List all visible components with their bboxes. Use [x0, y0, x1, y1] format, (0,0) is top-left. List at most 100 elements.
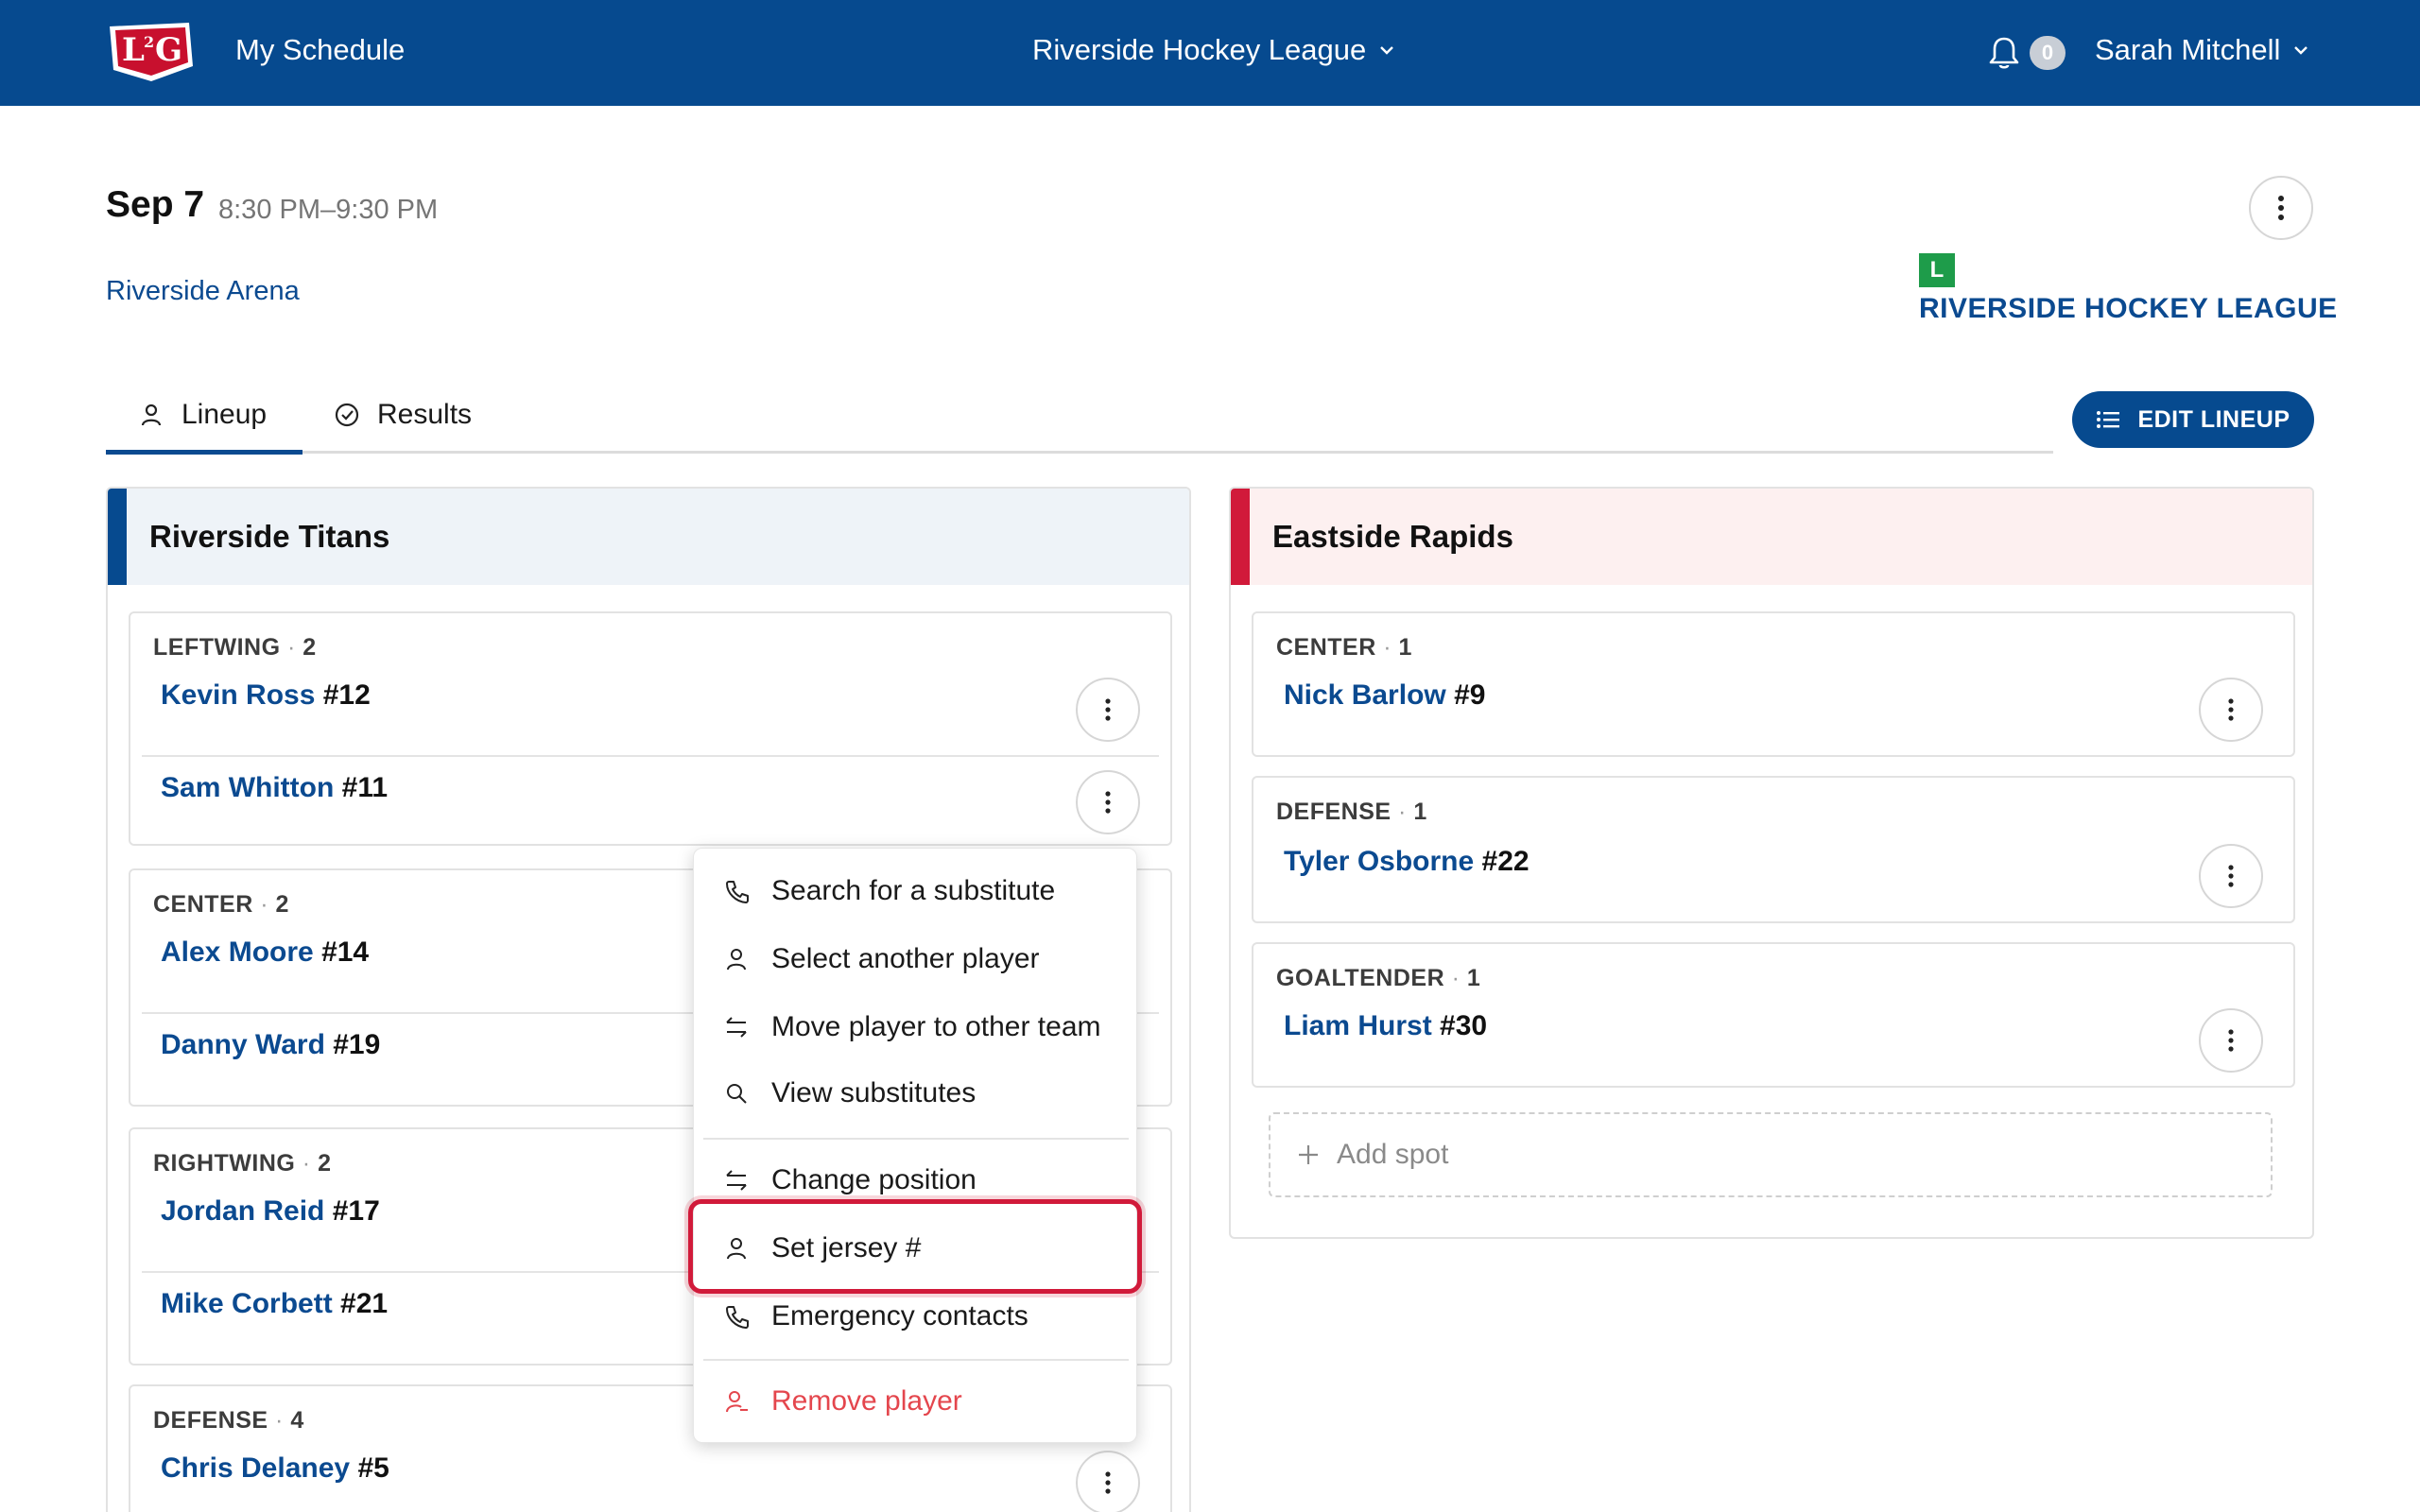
player-name: Sam Whitton [161, 772, 335, 803]
tab-lineup-label: Lineup [182, 399, 268, 430]
home-team-name: Riverside Titans [149, 519, 390, 554]
user-menu[interactable]: Sarah Mitchell [2095, 33, 2310, 67]
league-logo-badge: L [1919, 253, 1955, 287]
swap-icon [726, 1170, 747, 1191]
player-name: Nick Barlow [1284, 679, 1446, 711]
away-team-name: Eastside Rapids [1272, 519, 1513, 554]
plus-icon [1299, 1145, 1318, 1164]
player-link[interactable]: Jordan Reid #17 [161, 1195, 380, 1228]
menu-divider [703, 1138, 1129, 1140]
person-icon [727, 949, 746, 971]
position-label: LEFTWING · 2 [153, 634, 317, 661]
position-count: 1 [1466, 965, 1481, 991]
player-options-button[interactable] [1076, 1451, 1140, 1512]
highlighted-menu-item-outline [688, 1199, 1142, 1294]
player-link[interactable]: Chris Delaney #5 [161, 1452, 389, 1485]
player-number: #5 [357, 1452, 389, 1484]
player-name: Mike Corbett [161, 1288, 333, 1319]
player-link[interactable]: Danny Ward #19 [161, 1029, 380, 1061]
player-link[interactable]: Alex Moore #14 [161, 936, 369, 969]
tab-results-label: Results [377, 399, 473, 430]
kebab-icon [2228, 698, 2234, 721]
position-label: DEFENSE · 1 [1276, 799, 1427, 825]
event-more-options-button[interactable] [2249, 176, 2313, 240]
away-team-accent-bar [1231, 489, 1250, 585]
tabs-divider [106, 451, 2053, 454]
player-options-button[interactable] [1076, 678, 1140, 742]
menu-divider [703, 1359, 1129, 1361]
player-link[interactable]: Nick Barlow #9 [1284, 679, 1485, 712]
bell-icon[interactable] [1987, 34, 2021, 72]
kebab-icon [2228, 1029, 2234, 1052]
position-count: 2 [275, 891, 289, 918]
top-navigation-bar: L 2 G My Schedule Riverside Hockey Leagu… [0, 0, 2420, 106]
svg-text:G: G [155, 31, 182, 69]
menu-item-emergency-contacts[interactable]: Emergency contacts [694, 1287, 1138, 1346]
tab-results[interactable]: Results [334, 399, 472, 431]
edit-lineup-label: EDIT LINEUP [2137, 405, 2290, 433]
remove-person-icon [726, 1391, 748, 1413]
add-spot-button[interactable]: Add spot [1269, 1112, 2273, 1197]
menu-item-label: Emergency contacts [771, 1300, 1028, 1332]
position-count: 1 [1413, 799, 1427, 825]
player-options-menu: Search for a substitute Select another p… [693, 848, 1137, 1443]
kebab-icon [1105, 791, 1111, 814]
player-name: Jordan Reid [161, 1195, 325, 1227]
position-group-card: LEFTWING · 2 Kevin Ross #12 Sam Whitton … [129, 611, 1172, 846]
menu-item-select-another-player[interactable]: Select another player [694, 930, 1138, 988]
player-options-button[interactable] [1076, 770, 1140, 834]
player-link[interactable]: Kevin Ross #12 [161, 679, 371, 712]
position-group-card: GOALTENDER · 1 Liam Hurst #30 [1252, 942, 2295, 1088]
position-name: CENTER [153, 891, 253, 918]
player-name: Danny Ward [161, 1029, 325, 1060]
app-logo[interactable]: L 2 G [106, 19, 197, 83]
phone-icon [726, 1306, 749, 1329]
player-options-button[interactable] [2199, 844, 2263, 908]
player-number: #9 [1454, 679, 1486, 711]
position-group-card: CENTER · 1 Nick Barlow #9 [1252, 611, 2295, 757]
player-options-button[interactable] [2199, 1008, 2263, 1073]
player-number: #19 [333, 1029, 381, 1060]
menu-item-view-substitutes[interactable]: View substitutes [694, 1064, 1138, 1123]
menu-item-search-substitute[interactable]: Search for a substitute [694, 862, 1138, 920]
position-label: CENTER · 2 [153, 891, 289, 918]
search-icon [727, 1084, 747, 1104]
position-name: DEFENSE [153, 1407, 268, 1434]
menu-item-remove-player[interactable]: Remove player [694, 1372, 1138, 1431]
active-tab-indicator [106, 450, 302, 455]
player-link[interactable]: Mike Corbett #21 [161, 1288, 388, 1320]
venue-link[interactable]: Riverside Arena [106, 276, 300, 307]
edit-lineup-button[interactable]: EDIT LINEUP [2072, 391, 2314, 448]
league-selector-label: Riverside Hockey League [1032, 33, 1367, 66]
player-link[interactable]: Liam Hurst #30 [1284, 1010, 1487, 1042]
my-schedule-link[interactable]: My Schedule [235, 33, 405, 67]
player-name: Alex Moore [161, 936, 314, 968]
player-name: Kevin Ross [161, 679, 316, 711]
player-number: #21 [340, 1288, 389, 1319]
away-team-panel: Eastside Rapids CENTER · 1 Nick Barlow #… [1229, 487, 2314, 1239]
league-selector[interactable]: Riverside Hockey League [1032, 33, 1396, 67]
player-name: Liam Hurst [1284, 1010, 1432, 1041]
position-name: RIGHTWING [153, 1150, 296, 1177]
position-count: 2 [302, 634, 317, 661]
person-icon [141, 404, 162, 426]
chevron-down-icon [1380, 46, 1394, 55]
menu-item-label: Search for a substitute [771, 875, 1056, 906]
kebab-icon [2278, 196, 2284, 220]
position-count: 4 [290, 1407, 304, 1434]
position-count: 1 [1398, 634, 1412, 661]
tab-lineup[interactable]: Lineup [138, 399, 267, 431]
player-options-button[interactable] [2199, 678, 2263, 742]
menu-item-label: Change position [771, 1164, 977, 1195]
menu-item-move-player[interactable]: Move player to other team [694, 998, 1138, 1057]
row-divider [142, 755, 1159, 757]
player-number: #11 [341, 772, 389, 803]
chevron-down-icon [2294, 46, 2308, 55]
event-date: Sep 7 [106, 184, 205, 225]
position-group-card: DEFENSE · 1 Tyler Osborne #22 [1252, 776, 2295, 923]
player-number: #22 [1481, 846, 1530, 877]
player-link[interactable]: Tyler Osborne #22 [1284, 846, 1530, 878]
league-name[interactable]: RIVERSIDE HOCKEY LEAGUE [1919, 293, 2338, 325]
list-icon [2097, 411, 2120, 428]
player-link[interactable]: Sam Whitton #11 [161, 772, 388, 804]
